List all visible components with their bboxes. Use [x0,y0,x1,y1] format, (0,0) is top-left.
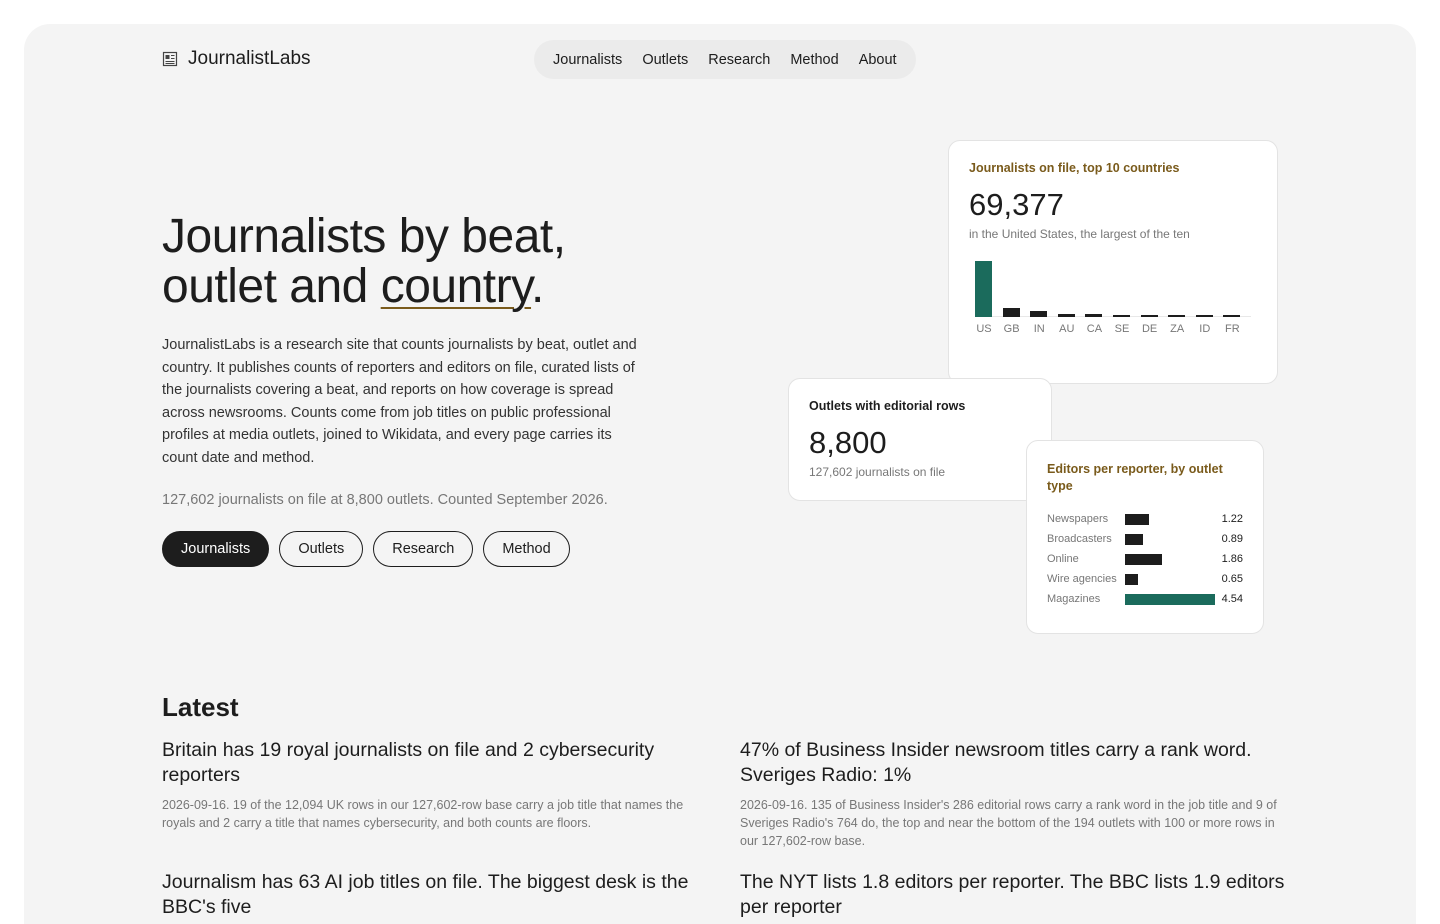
country-label-ca: CA [1086,323,1103,335]
nav-about[interactable]: About [859,52,897,68]
editor-row: Magazines 4.54 [1047,589,1243,609]
editor-row-label: Newspapers [1047,513,1109,525]
editor-row-label: Magazines [1047,593,1101,605]
country-bar-id [1195,315,1213,317]
hero-title-line1: Journalists by beat, [162,210,566,263]
editors-card: Editors per reporter, by outlet type New… [1026,440,1264,634]
countries-bar-chart: US GB IN AU CA SE DE ZA ID FR [975,259,1251,335]
country-bar-fr [1223,315,1241,317]
country-label-gb: GB [1003,323,1020,335]
editor-bar [1125,573,1138,585]
country-bar-ca [1085,314,1103,317]
editors-card-title: Editors per reporter, by outlet type [1047,462,1223,493]
nav-outlets[interactable]: Outlets [642,52,688,68]
editor-row: Wire agencies 0.65 [1047,569,1243,589]
newspaper-icon [162,51,178,67]
nav-research[interactable]: Research [708,52,770,68]
country-bar-za [1168,315,1186,317]
editor-bar [1125,513,1149,525]
outlets-card-value: 8,800 [809,425,887,460]
country-label-in: IN [1033,323,1045,335]
editor-bar-track [1125,573,1217,585]
country-bar-in [1030,311,1048,317]
article-headline[interactable]: The NYT lists 1.8 editors per reporter. … [740,870,1285,920]
hero-title-period: . [531,260,544,313]
country-label-de: DE [1141,323,1158,335]
countries-card: Journalists on file, top 10 countries 69… [948,140,1278,384]
outlets-card: Outlets with editorial rows 8,800 127,60… [788,378,1052,501]
hero-meta: 127,602 journalists on file at 8,800 out… [162,492,608,508]
article-summary: 2026-09-16. 135 of Business Insider's 28… [740,798,1277,848]
countries-card-subtitle: in the United States, the largest of the… [969,227,1190,241]
country-label-se: SE [1114,323,1130,335]
country-label-au: AU [1059,323,1075,335]
country-bar-gb [1002,308,1020,317]
editor-row-label: Broadcasters [1047,533,1112,545]
article-item[interactable]: Britain has 19 royal journalists on file… [162,738,707,832]
countries-card-title: Journalists on file, top 10 countries [969,161,1180,175]
site-name: JournalistLabs [188,48,311,69]
editor-row-value: 4.54 [1221,593,1243,605]
editor-bar [1125,593,1215,605]
editor-bar-track [1125,553,1217,565]
article-headline[interactable]: Journalism has 63 AI job titles on file.… [162,870,707,920]
article-item[interactable]: The NYT lists 1.8 editors per reporter. … [740,870,1285,920]
hero-title: Journalists by beat, outlet and country. [162,212,782,312]
outlets-card-subtitle: 127,602 journalists on file [809,465,946,479]
editor-row: Broadcasters 0.89 [1047,529,1243,549]
country-bar-se [1113,315,1130,317]
site-logo[interactable]: JournalistLabs [162,48,311,70]
editor-row-value: 0.65 [1221,573,1243,585]
country-bar-au [1057,314,1075,317]
pill-method[interactable]: Method [483,531,570,567]
outlets-card-title: Outlets with editorial rows [809,399,966,413]
hero-pills: Journalists Outlets Research Method [162,531,570,567]
country-bar-us [975,261,992,317]
editor-row: Online 1.86 [1047,549,1243,569]
latest-heading: Latest [162,692,239,722]
article-summary: 2026-09-16. 19 of the 12,094 UK rows in … [162,798,684,830]
main-nav: Journalists Outlets Research Method Abou… [534,40,916,79]
country-label-za: ZA [1170,323,1185,335]
editors-bar-chart: Newspapers 1.22 Broadcasters 0.89 Online 1.86… [1047,509,1243,609]
article-headline[interactable]: Britain has 19 royal journalists on file… [162,738,707,788]
pill-journalists[interactable]: Journalists [162,531,270,567]
editor-row-label: Wire agencies [1047,573,1117,585]
hero-title-line2a: outlet and [162,260,381,313]
page-frame: JournalistLabs Journalists Outlets Resea… [24,24,1416,924]
editor-bar-track [1125,513,1217,525]
country-label-fr: FR [1225,323,1240,335]
editor-row: Newspapers 1.22 [1047,509,1243,529]
nav-method[interactable]: Method [790,52,838,68]
pill-research[interactable]: Research [373,531,474,567]
country-label-us: US [976,323,992,335]
country-bar-de [1140,315,1158,317]
hero-title-underlined: country [380,260,532,313]
article-item[interactable]: 47% of Business Insider newsroom titles … [740,738,1285,850]
editor-row-value: 1.22 [1221,513,1243,525]
editor-bar [1125,533,1143,545]
editor-bar [1125,553,1162,565]
article-item[interactable]: Journalism has 63 AI job titles on file.… [162,870,707,920]
countries-card-value: 69,377 [969,187,1064,222]
editor-bar-track [1125,533,1217,545]
nav-journalists[interactable]: Journalists [553,52,622,68]
hero-description: JournalistLabs is a research site that c… [162,337,637,466]
editor-row-label: Online [1047,553,1079,565]
article-headline[interactable]: 47% of Business Insider newsroom titles … [740,738,1285,788]
pill-outlets[interactable]: Outlets [279,531,364,567]
editor-bar-track [1125,593,1217,605]
editor-row-value: 1.86 [1221,553,1243,565]
editor-row-value: 0.89 [1221,533,1243,545]
country-label-id: ID [1199,323,1211,335]
